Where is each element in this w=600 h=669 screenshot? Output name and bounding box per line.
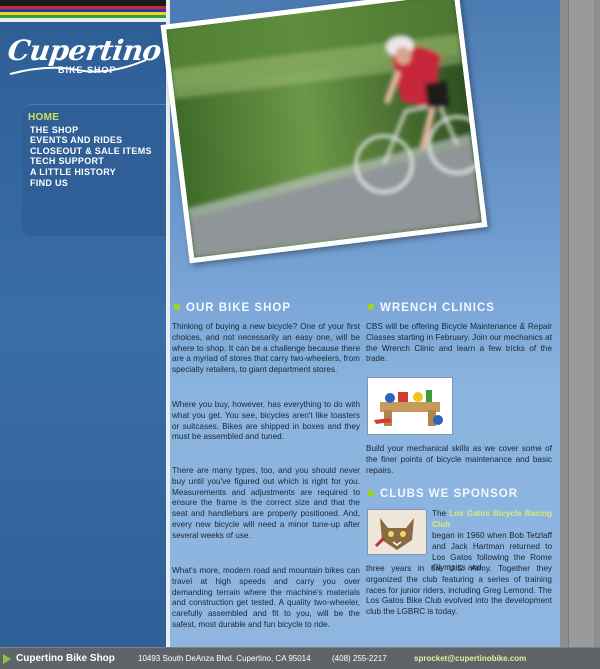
bullet-icon: [174, 304, 180, 310]
clubs-text-cont: three years in the U.S. Army. Together t…: [366, 564, 552, 617]
wrench-clinic-image: [367, 377, 453, 435]
hero-photo-frame: [160, 0, 488, 264]
clubs-pre: The: [432, 509, 450, 518]
clubs-intro: The Los Gatos Bicycle Racing Club: [432, 509, 552, 531]
left-sidebar: Cupertino BIKE SHOP HOME THE SHOP EVENTS…: [0, 0, 168, 647]
our-bike-shop-title: OUR BIKE SHOP: [186, 302, 292, 314]
cyclist-photo: [166, 0, 482, 258]
footer-bar: Cupertino Bike Shop 10493 South DeAnza B…: [0, 647, 600, 669]
wrench-clinics-p2: Build your mechanical skills as we cover…: [366, 444, 552, 475]
bullet-icon: [368, 304, 374, 310]
nav-item-tech-support[interactable]: TECH SUPPORT: [28, 156, 152, 167]
our-bike-shop-p2: Where you buy, however, has everything t…: [172, 400, 360, 442]
nav-item-find-us[interactable]: FIND US: [28, 178, 152, 189]
nav-item-events-and-rides[interactable]: EVENTS AND RIDES: [28, 135, 152, 146]
logo-subtitle: BIKE SHOP: [58, 65, 117, 75]
our-bike-shop-heading: OUR BIKE SHOP: [174, 302, 291, 314]
main-content: OUR BIKE SHOP Thinking of buying a new b…: [160, 0, 560, 647]
logo-wordmark: Cupertino: [5, 34, 164, 67]
arrow-right-icon: [3, 654, 11, 664]
nav-item-history[interactable]: A LITTLE HISTORY: [28, 167, 152, 178]
bullet-icon: [368, 490, 374, 496]
footer-email-link[interactable]: sprocket@cupertinobike.com: [414, 654, 526, 663]
footer-phone: (408) 255-2217: [332, 654, 387, 663]
clubs-heading: CLUBS WE SPONSOR: [368, 488, 518, 500]
scrollbar-track[interactable]: [568, 0, 594, 647]
nav-item-home[interactable]: HOME: [28, 112, 152, 124]
our-bike-shop-p4: What's more, modern road and mountain bi…: [172, 566, 360, 629]
nav-item-the-shop[interactable]: THE SHOP: [28, 125, 152, 136]
rainbow-stripes: [0, 0, 166, 22]
footer-shop-name: Cupertino Bike Shop: [16, 653, 115, 664]
wrench-clinics-heading: WRENCH CLINICS: [368, 302, 495, 314]
wrench-clinics-p1: CBS will be offering Bicycle Maintenance…: [366, 322, 552, 364]
site-logo[interactable]: Cupertino BIKE SHOP: [6, 34, 164, 82]
our-bike-shop-p3: There are many types, too, and you shoul…: [172, 466, 360, 540]
main-navigation: HOME THE SHOP EVENTS AND RIDES CLOSEOUT …: [22, 104, 168, 236]
los-gatos-club-link[interactable]: Los Gatos Bicycle Racing Club: [432, 509, 552, 529]
wrench-clinics-title: WRENCH CLINICS: [380, 302, 495, 314]
our-bike-shop-p1: Thinking of buying a new bicycle? One of…: [172, 322, 360, 375]
bobcat-logo-image: [367, 509, 427, 555]
page-scrollbar[interactable]: [560, 0, 600, 647]
footer-address: 10493 South DeAnza Blvd. Cupertino, CA 9…: [138, 654, 311, 663]
clubs-title: CLUBS WE SPONSOR: [380, 488, 519, 500]
nav-item-closeout-sale[interactable]: CLOSEOUT & SALE ITEMS: [28, 146, 152, 157]
